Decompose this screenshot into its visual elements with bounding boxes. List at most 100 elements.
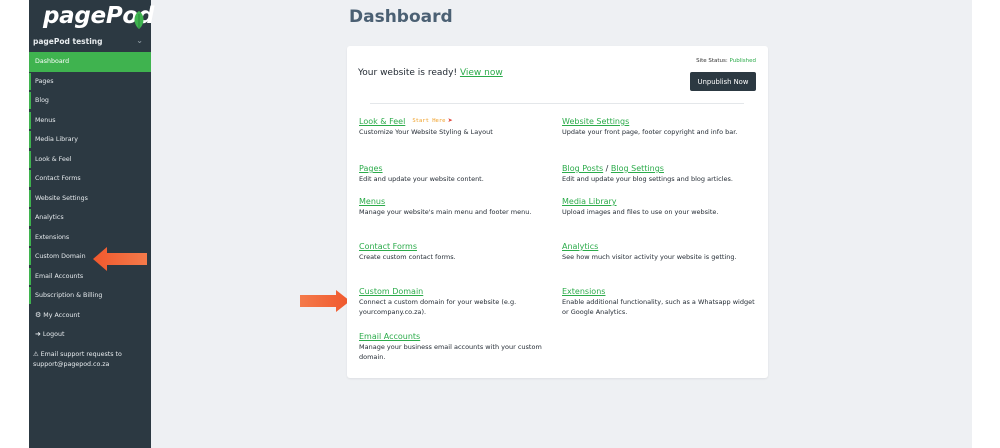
sidebar-item-label: Website Settings <box>35 194 88 202</box>
pages-section: Pages Edit and update your website conte… <box>359 163 559 184</box>
site-selector[interactable]: pagePod testing ⌄ <box>33 36 147 49</box>
pages-desc: Edit and update your website content. <box>359 175 484 183</box>
custom-domain-link[interactable]: Custom Domain <box>359 287 423 296</box>
sidebar-item-media-library[interactable]: Media Library <box>29 130 151 150</box>
custom-domain-section: Custom Domain Connect a custom domain fo… <box>359 286 559 317</box>
media-library-desc: Upload images and files to use on your w… <box>562 208 719 216</box>
sidebar-nav: Dashboard Pages Blog Menus Media Library… <box>29 52 151 345</box>
sidebar-item-label: Pages <box>35 77 54 85</box>
divider <box>370 103 744 104</box>
sidebar-item-dashboard[interactable]: Dashboard <box>29 52 151 72</box>
sidebar-item-label: Look & Feel <box>35 155 72 163</box>
sidebar-item-label: My Account <box>43 311 80 319</box>
blog-desc: Edit and update your blog settings and b… <box>562 175 733 183</box>
contact-forms-desc: Create custom contact forms. <box>359 253 456 261</box>
sidebar-item-marker <box>29 131 31 148</box>
ready-text: Your website is ready! <box>358 68 458 78</box>
site-status-label: Site Status: <box>696 58 728 64</box>
sidebar-item-marker <box>29 72 31 90</box>
custom-domain-desc: Connect a custom domain for your website… <box>359 298 517 316</box>
ready-message: Your website is ready! View now <box>358 68 503 78</box>
sidebar-item-contact-forms[interactable]: Contact Forms <box>29 169 151 189</box>
email-accounts-desc: Manage your business email accounts with… <box>359 343 542 361</box>
sidebar-item-label: Dashboard <box>35 58 70 65</box>
media-library-link[interactable]: Media Library <box>562 197 617 206</box>
email-accounts-link[interactable]: Email Accounts <box>359 332 420 341</box>
logout-icon: ➜ <box>35 330 41 338</box>
sidebar-item-marker <box>29 267 31 285</box>
support-text: Email support requests to support@pagepo… <box>33 351 122 368</box>
analytics-link[interactable]: Analytics <box>562 242 598 251</box>
arrow-left-icon <box>93 247 147 271</box>
site-name: pagePod testing <box>33 37 103 46</box>
website-settings-desc: Update your front page, footer copyright… <box>562 128 738 136</box>
sidebar-item-logout[interactable]: ➜ Logout <box>29 325 151 345</box>
sidebar-item-marker <box>29 92 31 109</box>
start-here-badge: Start Here <box>412 118 446 124</box>
dashboard-card: Your website is ready! View now Site Sta… <box>347 46 768 378</box>
sidebar-item-subscription-billing[interactable]: Subscription & Billing <box>29 286 151 306</box>
sidebar-item-label: Custom Domain <box>35 253 86 260</box>
sidebar-item-label: Subscription & Billing <box>35 292 103 299</box>
sidebar-item-marker <box>29 287 31 304</box>
menus-link[interactable]: Menus <box>359 197 385 206</box>
sidebar-item-marker <box>29 228 31 246</box>
site-status: Site Status: Published <box>696 58 756 64</box>
look-feel-link[interactable]: Look & Feel <box>359 117 405 126</box>
sidebar-item-my-account[interactable]: ⚙ My Account <box>29 306 151 326</box>
contact-forms-section: Contact Forms Create custom contact form… <box>359 241 559 262</box>
logo[interactable]: pagePod <box>29 0 154 36</box>
sidebar: pagePod pagePod testing ⌄ Dashboard Page… <box>29 0 154 448</box>
contact-forms-link[interactable]: Contact Forms <box>359 242 417 251</box>
sidebar-item-label: Extensions <box>35 233 70 241</box>
sidebar-item-label: Analytics <box>35 214 64 221</box>
sidebar-item-blog[interactable]: Blog <box>29 91 151 111</box>
analytics-section: Analytics See how much visitor activity … <box>562 241 762 262</box>
website-settings-link[interactable]: Website Settings <box>562 117 629 126</box>
site-status-value: Published <box>729 58 756 64</box>
extensions-link[interactable]: Extensions <box>562 287 605 296</box>
sidebar-item-menus[interactable]: Menus <box>29 111 151 131</box>
media-library-section: Media Library Upload images and files to… <box>562 196 762 217</box>
look-feel-section: Look & Feel Start Here ➤ Customize Your … <box>359 116 559 137</box>
unpublish-button[interactable]: Unpublish Now <box>690 72 756 91</box>
blog-section: Blog Posts / Blog Settings Edit and upda… <box>562 163 762 184</box>
blog-separator: / <box>603 164 611 173</box>
chevron-down-icon: ⌄ <box>136 36 143 45</box>
sidebar-item-look-feel[interactable]: Look & Feel <box>29 150 151 170</box>
sidebar-item-label: Email Accounts <box>35 272 84 280</box>
support-notice: ⚠ Email support requests to support@page… <box>33 350 151 370</box>
email-accounts-section: Email Accounts Manage your business emai… <box>359 331 559 362</box>
page-title: Dashboard <box>349 7 453 27</box>
view-now-link[interactable]: View now <box>460 68 503 78</box>
leaf-icon <box>134 11 144 29</box>
analytics-desc: See how much visitor activity your websi… <box>562 253 737 261</box>
sidebar-item-marker <box>29 248 31 265</box>
extensions-section: Extensions Enable additional functionali… <box>562 286 762 317</box>
warning-icon: ⚠ <box>33 351 39 358</box>
sidebar-item-marker <box>29 170 31 187</box>
gear-icon: ⚙ <box>35 310 42 319</box>
extensions-desc: Enable additional functionality, such as… <box>562 298 755 316</box>
sidebar-item-analytics[interactable]: Analytics <box>29 208 151 228</box>
sidebar-item-website-settings[interactable]: Website Settings <box>29 189 151 209</box>
sidebar-item-label: Logout <box>42 331 65 338</box>
sidebar-item-marker <box>29 150 31 168</box>
sidebar-item-marker <box>29 189 31 207</box>
look-feel-desc: Customize Your Website Styling & Layout <box>359 128 493 136</box>
sidebar-item-extensions[interactable]: Extensions <box>29 228 151 248</box>
blog-settings-link[interactable]: Blog Settings <box>611 164 664 173</box>
website-settings-section: Website Settings Update your front page,… <box>562 116 762 137</box>
sidebar-item-pages[interactable]: Pages <box>29 72 151 92</box>
sidebar-item-label: Contact Forms <box>35 175 81 182</box>
arrow-right-icon <box>300 290 350 312</box>
menus-desc: Manage your website's main menu and foot… <box>359 208 532 216</box>
blog-posts-link[interactable]: Blog Posts <box>562 164 603 173</box>
pages-link[interactable]: Pages <box>359 164 383 173</box>
sidebar-item-marker <box>29 111 31 129</box>
rocket-icon: ➤ <box>447 117 453 124</box>
sidebar-item-label: Blog <box>35 97 49 104</box>
menus-section: Menus Manage your website's main menu an… <box>359 196 559 217</box>
sidebar-item-label: Media Library <box>35 136 78 143</box>
sidebar-item-label: Menus <box>35 116 56 124</box>
